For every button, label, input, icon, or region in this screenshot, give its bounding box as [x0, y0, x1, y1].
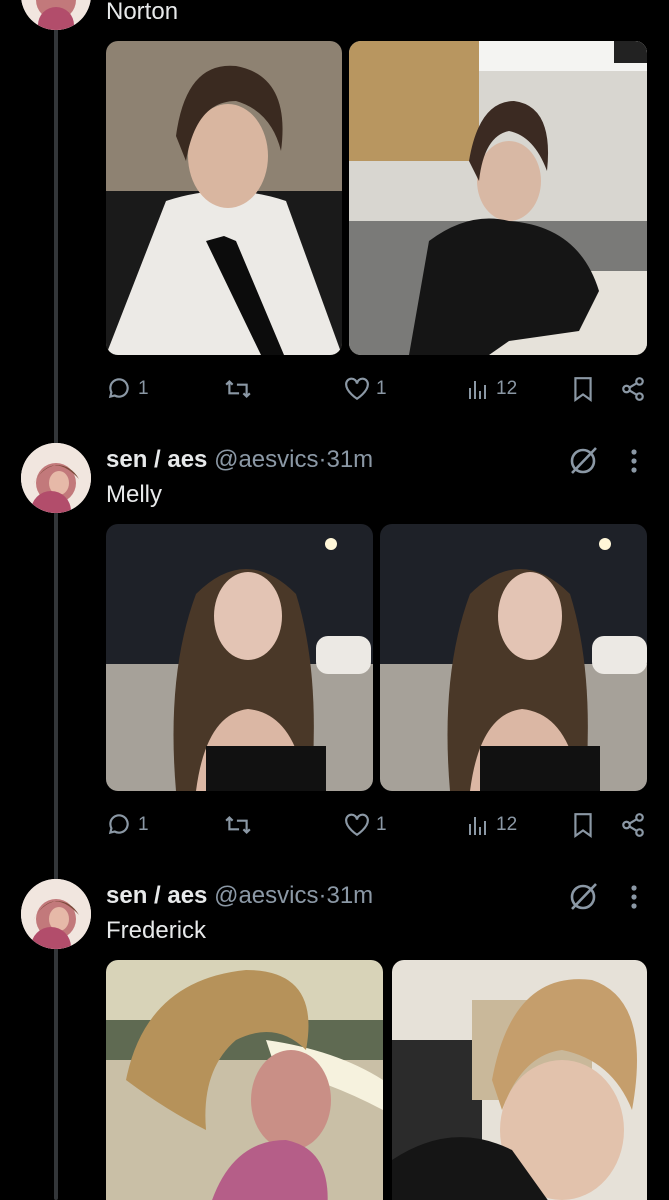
reply-button[interactable]: 1 — [106, 374, 149, 404]
heart-icon — [344, 377, 370, 401]
views-button[interactable]: 12 — [466, 810, 517, 840]
share-button[interactable] — [620, 374, 646, 404]
post-image[interactable] — [106, 524, 373, 791]
more-vertical-icon[interactable] — [630, 884, 638, 915]
post-image[interactable] — [106, 960, 383, 1200]
post-header: sen / aes @aesvics·31m — [106, 446, 373, 474]
avatar[interactable] — [21, 879, 91, 949]
post-actions: 1 1 12 — [106, 810, 646, 840]
author-name[interactable]: sen / aes — [106, 882, 207, 909]
grok-slash-circle-icon[interactable] — [568, 882, 600, 917]
bookmark-icon — [572, 376, 594, 402]
reply-button[interactable]: 1 — [106, 810, 149, 840]
post-text: Norton — [106, 0, 179, 25]
post-time[interactable]: 31m — [326, 882, 373, 909]
heart-icon — [344, 813, 370, 837]
repost-button[interactable] — [224, 374, 252, 404]
view-count: 12 — [496, 378, 518, 399]
repost-button[interactable] — [224, 810, 252, 840]
avatar[interactable] — [21, 443, 91, 513]
share-button[interactable] — [620, 810, 646, 840]
post-text: Melly — [106, 481, 163, 508]
grok-slash-circle-icon[interactable] — [568, 446, 600, 481]
views-chart-icon — [466, 377, 490, 401]
like-button[interactable]: 1 — [344, 374, 387, 404]
repost-icon — [224, 376, 252, 402]
bookmark-icon — [572, 812, 594, 838]
thread-line — [54, 0, 58, 1200]
views-chart-icon — [466, 813, 490, 837]
reply-icon — [106, 812, 132, 838]
bookmark-button[interactable] — [572, 810, 594, 840]
more-vertical-icon[interactable] — [630, 448, 638, 479]
share-icon — [620, 812, 646, 838]
author-name[interactable]: sen / aes — [106, 446, 207, 473]
reply-count: 1 — [138, 814, 149, 835]
post-time[interactable]: 31m — [326, 446, 373, 473]
view-count: 12 — [496, 814, 518, 835]
repost-icon — [224, 812, 252, 838]
post-image[interactable] — [392, 960, 647, 1200]
reply-icon — [106, 376, 132, 402]
post-text: Frederick — [106, 917, 207, 944]
author-handle[interactable]: @aesvics — [214, 446, 318, 473]
post-image[interactable] — [349, 41, 647, 355]
post-actions: 1 1 12 — [106, 374, 646, 404]
like-count: 1 — [376, 814, 387, 835]
like-count: 1 — [376, 378, 387, 399]
bookmark-button[interactable] — [572, 374, 594, 404]
post-image[interactable] — [380, 524, 647, 791]
author-handle[interactable]: @aesvics — [214, 882, 318, 909]
post-header: sen / aes @aesvics·31m — [106, 882, 373, 910]
views-button[interactable]: 12 — [466, 374, 517, 404]
like-button[interactable]: 1 — [344, 810, 387, 840]
reply-count: 1 — [138, 378, 149, 399]
post-image[interactable] — [106, 41, 342, 355]
share-icon — [620, 376, 646, 402]
avatar[interactable] — [21, 0, 91, 30]
